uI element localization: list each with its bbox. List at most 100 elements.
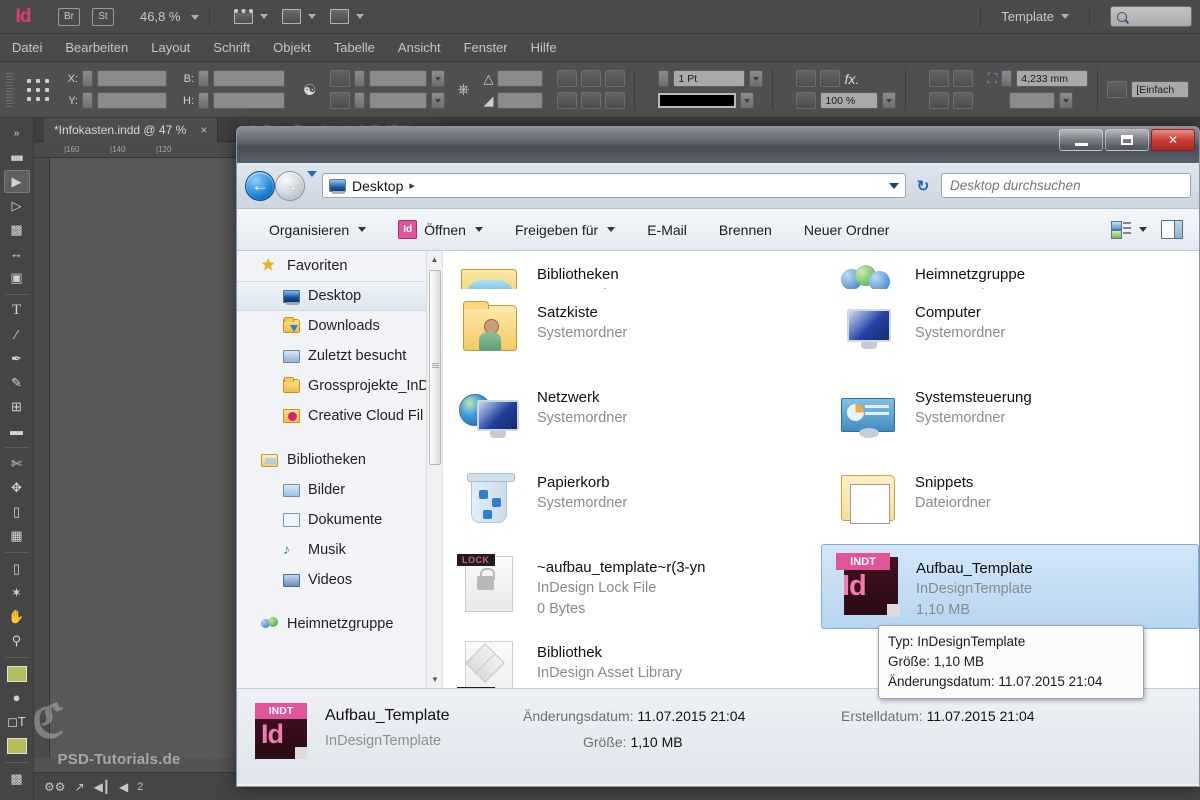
- explorer-title-bar[interactable]: ✕: [237, 127, 1199, 163]
- height-stepper[interactable]: [198, 92, 209, 109]
- eyedropper-tool[interactable]: ✶: [4, 581, 30, 604]
- text-columns-icon[interactable]: [953, 70, 974, 87]
- scissors-tool[interactable]: ✄: [4, 452, 30, 475]
- shear-icon[interactable]: △: [483, 71, 493, 87]
- sidebar-item-desktop[interactable]: Desktop: [237, 281, 442, 311]
- width-stepper[interactable]: [198, 70, 209, 87]
- rotate-ccw-icon[interactable]: [557, 92, 578, 109]
- list-item[interactable]: LOCK ~aufbau_template~r(3-yn InDesign Lo…: [443, 544, 821, 629]
- list-item-selected[interactable]: INDT Id Aufbau_Template InDesignTemplate…: [821, 544, 1199, 629]
- previous-page-icon[interactable]: ◀: [119, 780, 128, 794]
- stroke-weight-dropdown[interactable]: [749, 70, 764, 87]
- corner-options-icon[interactable]: [796, 70, 817, 87]
- list-item[interactable]: Satzkiste Systemordner: [443, 289, 821, 374]
- preview-pane-icon[interactable]: [1161, 220, 1183, 239]
- page-number[interactable]: 2: [137, 781, 143, 793]
- vertical-ruler[interactable]: [34, 158, 50, 758]
- open-button[interactable]: Id Öffnen: [382, 215, 499, 245]
- new-folder-button[interactable]: Neuer Ordner: [788, 215, 906, 245]
- menu-layout[interactable]: Layout: [151, 40, 190, 55]
- flip-vertical-icon[interactable]: [581, 70, 602, 87]
- screen-mode-button[interactable]: [234, 9, 269, 24]
- scale-y-stepper[interactable]: [354, 92, 366, 109]
- frame-tool[interactable]: ⊞: [4, 395, 30, 418]
- line-tool[interactable]: ∕: [4, 323, 30, 346]
- scale-x-input[interactable]: [369, 70, 428, 87]
- content-collector-tool[interactable]: ▣: [4, 266, 30, 289]
- scale-x-dropdown[interactable]: [431, 70, 446, 87]
- type-tool[interactable]: T: [4, 299, 30, 322]
- fill-swatch-icon[interactable]: [820, 70, 841, 87]
- menu-tabelle[interactable]: Tabelle: [334, 40, 375, 55]
- direct-selection-tool[interactable]: ▷: [4, 194, 30, 217]
- minimize-button[interactable]: [1059, 129, 1103, 151]
- pen-tool[interactable]: ✒: [4, 347, 30, 370]
- rectangle-tool[interactable]: ▬: [4, 419, 30, 442]
- inset-stepper[interactable]: [1001, 70, 1013, 87]
- opacity-icon[interactable]: [796, 92, 817, 109]
- rotate-cw-icon[interactable]: [605, 70, 626, 87]
- paragraph-style-input[interactable]: [Einfach: [1131, 81, 1190, 98]
- stroke-weight-input[interactable]: 1 Pt: [673, 70, 746, 87]
- note-tool[interactable]: ▯: [4, 557, 30, 580]
- sidebar-item-grossprojekte[interactable]: Grossprojekte_InD: [237, 371, 442, 401]
- gap-tool[interactable]: ↔: [4, 242, 30, 265]
- paragraph-style-icon[interactable]: [1107, 81, 1128, 98]
- search-box[interactable]: Desktop durchsuchen: [941, 173, 1191, 198]
- width-input[interactable]: [213, 70, 285, 87]
- sidebar-item-musik[interactable]: ♪ Musik: [237, 535, 442, 565]
- maximize-button[interactable]: [1105, 129, 1149, 151]
- tools-grip[interactable]: ▮▮▮▮: [4, 146, 30, 169]
- sidebar-group-heimnetzgruppe[interactable]: Heimnetzgruppe: [237, 609, 442, 639]
- free-transform-tool[interactable]: ✥: [4, 476, 30, 499]
- inset-spacing-icon[interactable]: ⛶: [987, 70, 997, 87]
- text-align-top-icon[interactable]: [929, 70, 950, 87]
- menu-ansicht[interactable]: Ansicht: [398, 40, 441, 55]
- menu-hilfe[interactable]: Hilfe: [531, 40, 557, 55]
- bridge-button[interactable]: Br: [58, 7, 80, 26]
- scroll-down-icon[interactable]: ▼: [427, 671, 442, 688]
- rotate-icon[interactable]: ◢: [483, 93, 493, 109]
- link-scale-icon[interactable]: ⎈: [457, 81, 469, 98]
- forward-button[interactable]: →: [275, 170, 305, 201]
- y-stepper[interactable]: [82, 92, 93, 109]
- stock-button[interactable]: St: [92, 7, 114, 26]
- height-input[interactable]: [213, 92, 285, 109]
- stroke-style-dropdown[interactable]: [740, 92, 755, 109]
- stroke-style-swatch[interactable]: [658, 93, 737, 108]
- shear-input[interactable]: [497, 70, 544, 87]
- constrain-proportions-icon[interactable]: ☯: [303, 81, 316, 99]
- list-item[interactable]: Bibliotheken Systemordner: [443, 251, 821, 289]
- scale-y-icon[interactable]: [330, 92, 351, 109]
- address-dropdown-icon[interactable]: [889, 182, 899, 189]
- text-align-center-icon[interactable]: [929, 92, 950, 109]
- address-bar[interactable]: Desktop ▸: [322, 173, 906, 198]
- refresh-button[interactable]: ↻: [910, 173, 936, 198]
- search-input[interactable]: [1110, 6, 1192, 27]
- gradient-feather-tool[interactable]: ▦: [4, 524, 30, 547]
- arrange-documents-button[interactable]: [330, 9, 365, 24]
- selection-tool[interactable]: ▶: [3, 170, 30, 193]
- sidebar-item-bilder[interactable]: Bilder: [237, 475, 442, 505]
- scale-x-icon[interactable]: [330, 70, 351, 87]
- back-button[interactable]: ←: [245, 170, 275, 201]
- align-icon[interactable]: [581, 92, 602, 109]
- zoom-level-dropdown[interactable]: 46,8 %: [140, 9, 200, 24]
- reference-point-selector[interactable]: [25, 76, 51, 103]
- list-item[interactable]: Netzwerk Systemordner: [443, 374, 821, 459]
- document-tab-infokasten[interactable]: *Infokasten.indd @ 47 % ×: [44, 118, 219, 142]
- share-icon[interactable]: ↗: [75, 780, 85, 794]
- sidebar-item-zuletzt-besucht[interactable]: Zuletzt besucht: [237, 341, 442, 371]
- inset-input[interactable]: 4,233 mm: [1016, 70, 1089, 87]
- menu-schrift[interactable]: Schrift: [213, 40, 250, 55]
- close-button[interactable]: ✕: [1151, 129, 1195, 151]
- effects-fx-icon[interactable]: fx.: [844, 71, 859, 87]
- inset-style-input[interactable]: [1009, 92, 1056, 109]
- zoom-tool[interactable]: ⚲: [4, 629, 30, 652]
- x-stepper[interactable]: [82, 70, 93, 87]
- menu-fenster[interactable]: Fenster: [464, 40, 508, 55]
- fill-swatch[interactable]: [6, 665, 27, 682]
- list-item[interactable]: Computer Systemordner: [821, 289, 1199, 374]
- navigation-scrollbar[interactable]: ▲ ▼: [426, 251, 442, 688]
- stroke-weight-stepper[interactable]: [658, 70, 670, 87]
